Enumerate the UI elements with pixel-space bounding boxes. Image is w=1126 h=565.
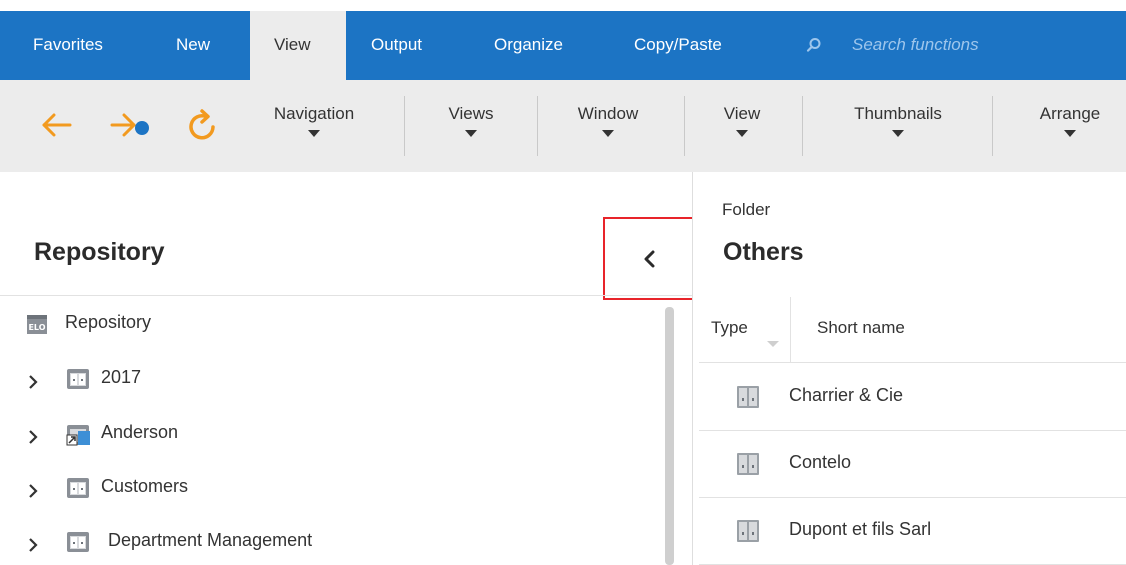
view-menu-button[interactable]: View [714,104,770,137]
tab-output[interactable]: Output [371,11,422,80]
short-name-cell: Dupont et fils Sarl [789,519,932,539]
refresh-icon[interactable] [185,108,221,148]
toolbar-separator [537,96,538,156]
svg-text:ELO: ELO [28,323,45,332]
column-separator[interactable] [790,297,791,363]
ribbon-toolbar: Navigation Views Window View Thumbnails … [0,80,1126,172]
back-arrow-icon[interactable] [40,108,74,146]
table-row[interactable]: Contelo [699,431,1126,498]
tab-view[interactable]: View [250,11,346,80]
tab-organize[interactable]: Organize [494,11,563,80]
tree-item-customers[interactable]: Customers [0,474,660,504]
repository-panel: Repository ELO Repository 2017 Anderson … [0,172,696,565]
tree-item-label: Department Management [108,530,313,550]
toolbar-separator [404,96,405,156]
tree-item-repository[interactable]: ELO Repository [0,310,660,340]
chevron-down-icon [465,130,477,137]
search-placeholder: Search functions [852,35,979,54]
search-icon [806,37,822,57]
panel-divider [0,295,692,296]
repository-scrollbar[interactable] [665,307,674,565]
folder-panel: Folder Others Type Short name Charrier &… [693,172,1126,565]
navigation-menu-label: Navigation [273,104,355,123]
chevron-down-icon [308,130,320,137]
panel-title: Repository [34,238,165,266]
chevron-down-icon [892,130,904,137]
toolbar-separator [802,96,803,156]
table-row[interactable]: Dupont et fils Sarl [699,498,1126,565]
collapse-panel-button[interactable] [603,217,696,300]
folder-icon [736,452,760,480]
table-header: Type Short name [699,297,1126,363]
folder-title: Others [723,238,804,266]
tree-item-label: Repository [65,312,152,332]
folder-icon [736,519,760,547]
cabinet-icon [66,477,90,503]
arrange-menu-button[interactable]: Arrange [1024,104,1116,137]
chevron-right-icon[interactable] [28,374,38,393]
table-row[interactable]: Charrier & Cie [699,364,1126,431]
views-menu-label: Views [448,104,494,123]
views-menu-button[interactable]: Views [436,104,506,137]
window-menu-label: Window [577,104,639,123]
column-header-short-name[interactable]: Short name [817,318,905,338]
column-header-type[interactable]: Type [711,318,759,338]
cabinet-icon [66,368,90,394]
tab-favorites[interactable]: Favorites [33,11,103,80]
cabinet-icon [66,531,90,557]
tree-item-department-management[interactable]: Department Management [0,528,660,558]
tree-item-2017[interactable]: 2017 [0,365,660,395]
linked-folder-icon [66,423,92,451]
tree-item-label: Customers [101,476,189,496]
short-name-cell: Charrier & Cie [789,385,904,405]
tree-item-label: Anderson [101,422,179,442]
window-menu-button[interactable]: Window [565,104,651,137]
toolbar-separator [684,96,685,156]
search-functions-field[interactable]: Search functions [806,11,1126,80]
navigation-menu-button[interactable]: Navigation [258,104,370,137]
tab-copy-paste[interactable]: Copy/Paste [634,11,722,80]
tree-item-label: 2017 [101,367,142,387]
tab-new[interactable]: New [176,11,210,80]
short-name-cell: Contelo [789,452,852,472]
chevron-right-icon[interactable] [28,429,38,448]
thumbnails-menu-button[interactable]: Thumbnails [834,104,962,137]
folder-icon [736,385,760,413]
chevron-down-icon [1064,130,1076,137]
chevron-left-icon [641,249,659,273]
view-menu-label: View [723,104,761,123]
sort-caret-icon[interactable] [767,341,779,347]
thumbnails-menu-label: Thumbnails [854,104,942,123]
chevron-right-icon[interactable] [28,537,38,556]
ribbon-tab-bar: Favorites New View Output Organize Copy/… [0,11,1126,80]
toolbar-separator [992,96,993,156]
chevron-down-icon [736,130,748,137]
forward-arrow-icon[interactable] [110,108,152,146]
repository-icon: ELO [26,313,48,339]
chevron-down-icon [602,130,614,137]
arrange-menu-label: Arrange [1039,104,1101,123]
folder-caption: Folder [722,200,771,219]
chevron-right-icon[interactable] [28,483,38,502]
tree-item-anderson[interactable]: Anderson [0,420,660,450]
